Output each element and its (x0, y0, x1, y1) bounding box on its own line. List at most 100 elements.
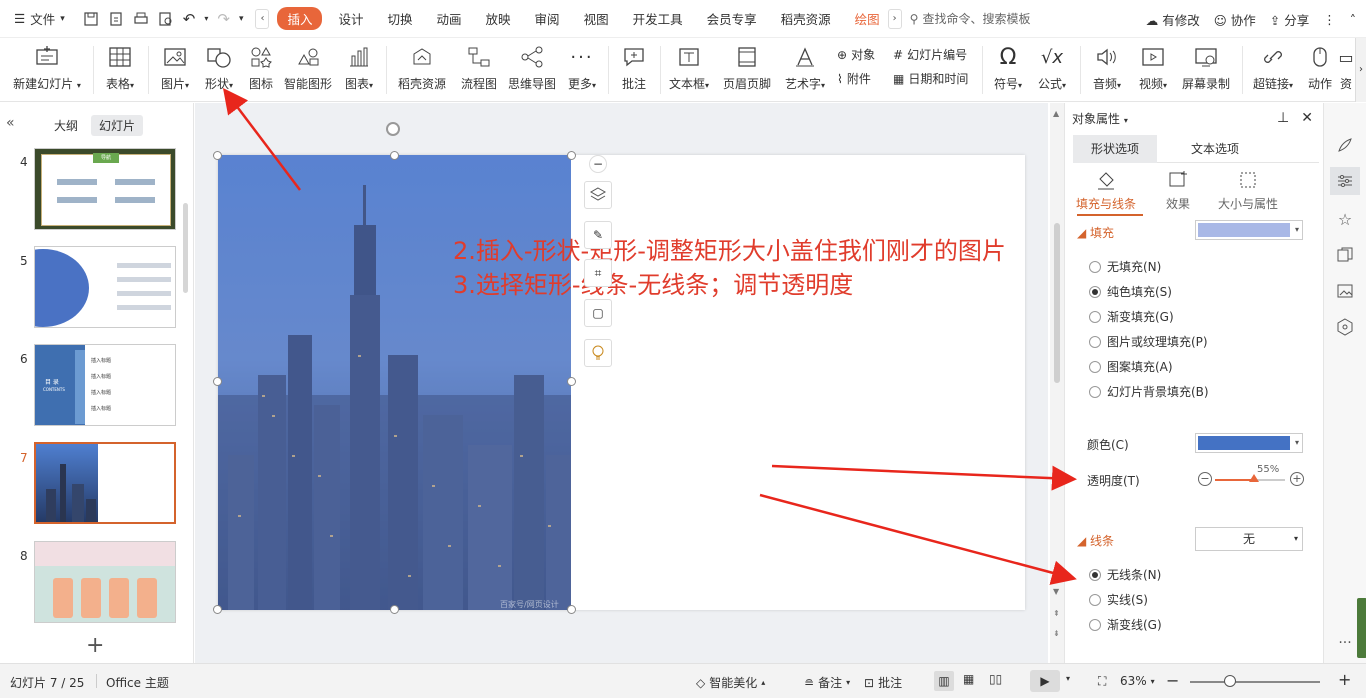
decrease-transparency-icon[interactable]: − (1198, 472, 1212, 486)
print-preview-icon[interactable] (158, 11, 174, 27)
theme-name[interactable]: Office 主题 (106, 674, 169, 691)
hyperlink-button[interactable]: 超链接▾ (1248, 38, 1298, 102)
mindmap-button[interactable]: 思维导图 (506, 38, 558, 102)
close-icon[interactable]: ✕ (1301, 110, 1313, 126)
tab-outline[interactable]: 大纲 (46, 115, 86, 136)
city-photo-with-overlay[interactable]: 百家号/网页设计 (218, 155, 571, 610)
line-option-gradient[interactable]: 渐变线(G) (1089, 616, 1162, 633)
resize-handle-bottom-right[interactable] (567, 605, 576, 614)
chart-button[interactable]: 图表▾ (340, 38, 378, 102)
undo-dropdown-icon[interactable]: ▾ (204, 14, 208, 23)
panel-title[interactable]: 对象属性 ▾ (1072, 110, 1128, 127)
scroll-up-icon[interactable]: ▲ (1053, 109, 1059, 118)
tab-view[interactable]: 视图 (572, 9, 621, 28)
resize-handle-top[interactable] (390, 151, 399, 160)
size-properties-tab[interactable]: 大小与属性 (1213, 169, 1283, 212)
star-icon[interactable]: ☆ (1335, 209, 1355, 229)
increase-transparency-icon[interactable]: + (1290, 472, 1304, 486)
print-icon[interactable] (133, 11, 149, 27)
rotate-handle[interactable] (386, 122, 400, 136)
resize-handle-right[interactable] (567, 377, 576, 386)
action-button[interactable]: 动作 (1302, 38, 1338, 102)
collapse-panel-icon[interactable]: « (6, 115, 15, 131)
fill-option-gradient[interactable]: 渐变填充(G) (1089, 308, 1174, 325)
reading-view-icon[interactable]: ▯▯ (989, 672, 1002, 686)
fill-option-none[interactable]: 无填充(N) (1089, 258, 1161, 275)
fill-section-header[interactable]: ◢ 填充 (1077, 224, 1114, 241)
collapse-ribbon-icon[interactable]: ˄ (1350, 12, 1356, 27)
zoom-out-button[interactable]: − (1166, 671, 1179, 690)
radio[interactable] (1089, 310, 1101, 323)
sorter-view-icon[interactable]: ▦ (963, 672, 974, 686)
changes-button[interactable]: ☁ 有修改 (1146, 10, 1200, 29)
resize-handle-top-left[interactable] (213, 151, 222, 160)
textbox-button[interactable]: 文本框▾ (666, 38, 712, 102)
new-slide-button[interactable]: 新建幻灯片 ▾ (10, 38, 84, 102)
fit-window-icon[interactable]: ⛶ (1098, 674, 1106, 689)
fill-color-dropdown[interactable]: ▾ (1195, 433, 1303, 453)
properties-icon[interactable] (1330, 167, 1360, 195)
fill-option-slide-bg[interactable]: 幻灯片背景填充(B) (1089, 383, 1209, 400)
comment-button[interactable]: 批注 (614, 38, 654, 102)
line-option-solid[interactable]: 实线(S) (1089, 591, 1148, 608)
formula-button[interactable]: √x 公式▾ (1032, 38, 1072, 102)
smart-beautify-button[interactable]: ◇ 智能美化 ▴ (696, 674, 765, 691)
export-pdf-icon[interactable] (108, 11, 124, 27)
datetime-button[interactable]: ▦ 日期和时间 (893, 70, 968, 87)
notes-button[interactable]: ≘ 备注 ▾ (804, 674, 850, 691)
screen-record-button[interactable]: 屏幕录制 (1178, 38, 1234, 102)
frame-icon[interactable]: ▢ (584, 299, 612, 327)
resource-button[interactable]: ▭ 资 (1338, 38, 1354, 102)
add-slide-icon[interactable]: + (86, 633, 104, 658)
more-button[interactable]: ··· 更多▾ (562, 38, 602, 102)
play-slideshow-button[interactable]: ▶ (1030, 670, 1060, 692)
image-tool-icon[interactable] (1335, 281, 1355, 301)
scroll-down-icon[interactable]: ▼ (1053, 587, 1059, 596)
edit-shape-icon[interactable]: ✎ (584, 221, 612, 249)
tab-review[interactable]: 审阅 (523, 9, 572, 28)
customize-dropdown-icon[interactable]: ▾ (239, 14, 244, 24)
normal-view-icon[interactable]: ▥ (934, 671, 954, 691)
slide[interactable]: 百家号/网页设计 2.插入-形状-矩形-调整矩形大小盖住我们刚才的图片 3.选择… (218, 155, 1025, 610)
effects-tab[interactable]: 效果 (1143, 169, 1213, 212)
comments-button[interactable]: ⊡ 批注 (864, 674, 902, 691)
slide-thumbnail[interactable] (34, 246, 176, 328)
radio-checked[interactable] (1089, 568, 1101, 581)
redo-icon[interactable]: ↷ (217, 10, 230, 28)
prev-slide-icon[interactable]: ⇞ (1053, 609, 1060, 618)
picture-button[interactable]: 图片▾ (156, 38, 194, 102)
sidebar-edge-handle[interactable] (1357, 598, 1366, 658)
backup-icon[interactable] (1335, 317, 1355, 337)
zoom-in-button[interactable]: + (1338, 670, 1351, 689)
save-icon[interactable] (83, 11, 99, 27)
radio[interactable] (1089, 385, 1101, 398)
command-search[interactable]: ⚲ 查找命令、搜索模板 (910, 10, 1031, 27)
scroll-thumb[interactable] (1054, 223, 1060, 383)
object-button[interactable]: ⊕ 对象 (837, 46, 875, 63)
undo-icon[interactable]: ↶ (183, 10, 196, 28)
wordart-button[interactable]: 艺术字▾ (780, 38, 830, 102)
line-option-none[interactable]: 无线条(N) (1089, 566, 1161, 583)
tab-member[interactable]: 会员专享 (695, 9, 769, 28)
collab-button[interactable]: ☺ 协作 (1214, 10, 1256, 29)
docer-resources-button[interactable]: 稻壳资源 (394, 38, 450, 102)
tab-docer[interactable]: 稻壳资源 (769, 9, 843, 28)
tab-animation[interactable]: 动画 (425, 9, 474, 28)
tab-developer[interactable]: 开发工具 (621, 9, 695, 28)
fill-option-pattern[interactable]: 图案填充(A) (1089, 358, 1173, 375)
line-style-dropdown[interactable]: 无 ▾ (1195, 527, 1303, 551)
flowchart-button[interactable]: 流程图 (456, 38, 502, 102)
smart-shape-button[interactable]: 智能图形 (282, 38, 334, 102)
tab-slides[interactable]: 幻灯片 (91, 115, 144, 136)
resize-handle-bottom-left[interactable] (213, 605, 222, 614)
video-button[interactable]: 视频▾ (1132, 38, 1174, 102)
fill-and-line-tab[interactable]: 填充与线条 (1071, 169, 1141, 212)
shape-button[interactable]: 形状▾ (199, 38, 239, 102)
radio[interactable] (1089, 360, 1101, 373)
pin-icon[interactable]: ⊥ (1277, 110, 1289, 126)
table-button[interactable]: 表格▾ (100, 38, 140, 102)
tab-transition[interactable]: 切换 (376, 9, 425, 28)
copy-icon[interactable] (1335, 245, 1355, 265)
tab-draw[interactable]: 绘图 (843, 9, 884, 28)
fill-option-solid[interactable]: 纯色填充(S) (1089, 283, 1172, 300)
